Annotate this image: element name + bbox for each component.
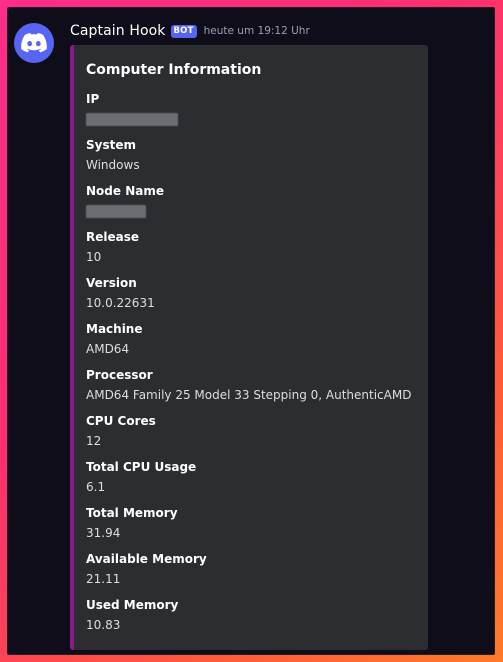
field-name: Node Name bbox=[86, 184, 164, 198]
message-header: Captain Hook BOT heute um 19:12 Uhr bbox=[70, 21, 310, 41]
field-name: CPU Cores bbox=[86, 414, 156, 428]
field-value: 6.1 bbox=[86, 480, 106, 494]
window-frame: Captain Hook BOT heute um 19:12 Uhr Comp… bbox=[0, 0, 503, 662]
field-total-memory: Total Memory 31.94 bbox=[86, 504, 422, 542]
field-value-redacted bbox=[86, 202, 422, 220]
field-name: IP bbox=[86, 92, 100, 106]
field-name: Total CPU Usage bbox=[86, 460, 197, 474]
field-version: Version 10.0.22631 bbox=[86, 274, 422, 312]
field-name: Release bbox=[86, 230, 140, 244]
field-value: 10.0.22631 bbox=[86, 296, 155, 310]
field-processor: Processor AMD64 Family 25 Model 33 Stepp… bbox=[86, 366, 422, 404]
field-ip: IP bbox=[86, 90, 422, 128]
field-value: AMD64 bbox=[86, 342, 130, 356]
field-release: Release 10 bbox=[86, 228, 422, 266]
field-value: 31.94 bbox=[86, 526, 121, 540]
field-available-memory: Available Memory 21.11 bbox=[86, 550, 422, 588]
message-timestamp: heute um 19:12 Uhr bbox=[203, 25, 310, 37]
field-value: 21.11 bbox=[86, 572, 121, 586]
field-name: Total Memory bbox=[86, 506, 178, 520]
embed-card: Computer Information IP System Windows N… bbox=[70, 45, 428, 650]
embed-title: Computer Information bbox=[86, 62, 262, 78]
field-name: System bbox=[86, 138, 136, 152]
field-system: System Windows bbox=[86, 136, 422, 174]
discord-logo-icon bbox=[21, 33, 47, 53]
field-name: Version bbox=[86, 276, 137, 290]
field-value: 12 bbox=[86, 434, 102, 448]
embed-accent-bar bbox=[70, 45, 74, 650]
field-value-redacted bbox=[86, 110, 422, 128]
field-used-memory: Used Memory 10.83 bbox=[86, 596, 422, 634]
redaction-block bbox=[86, 205, 146, 218]
field-total-cpu-usage: Total CPU Usage 6.1 bbox=[86, 458, 422, 496]
field-name: Processor bbox=[86, 368, 153, 382]
avatar[interactable] bbox=[14, 23, 54, 63]
username[interactable]: Captain Hook bbox=[70, 23, 166, 39]
field-value: 10.83 bbox=[86, 618, 121, 632]
field-name: Used Memory bbox=[86, 598, 179, 612]
field-machine: Machine AMD64 bbox=[86, 320, 422, 358]
field-value: Windows bbox=[86, 158, 140, 172]
field-value: 10 bbox=[86, 250, 102, 264]
bot-badge: BOT bbox=[170, 24, 197, 38]
field-cpu-cores: CPU Cores 12 bbox=[86, 412, 422, 450]
field-node-name: Node Name bbox=[86, 182, 422, 220]
redaction-block bbox=[86, 113, 178, 126]
field-value: AMD64 Family 25 Model 33 Stepping 0, Aut… bbox=[86, 388, 412, 402]
field-name: Available Memory bbox=[86, 552, 207, 566]
field-name: Machine bbox=[86, 322, 143, 336]
